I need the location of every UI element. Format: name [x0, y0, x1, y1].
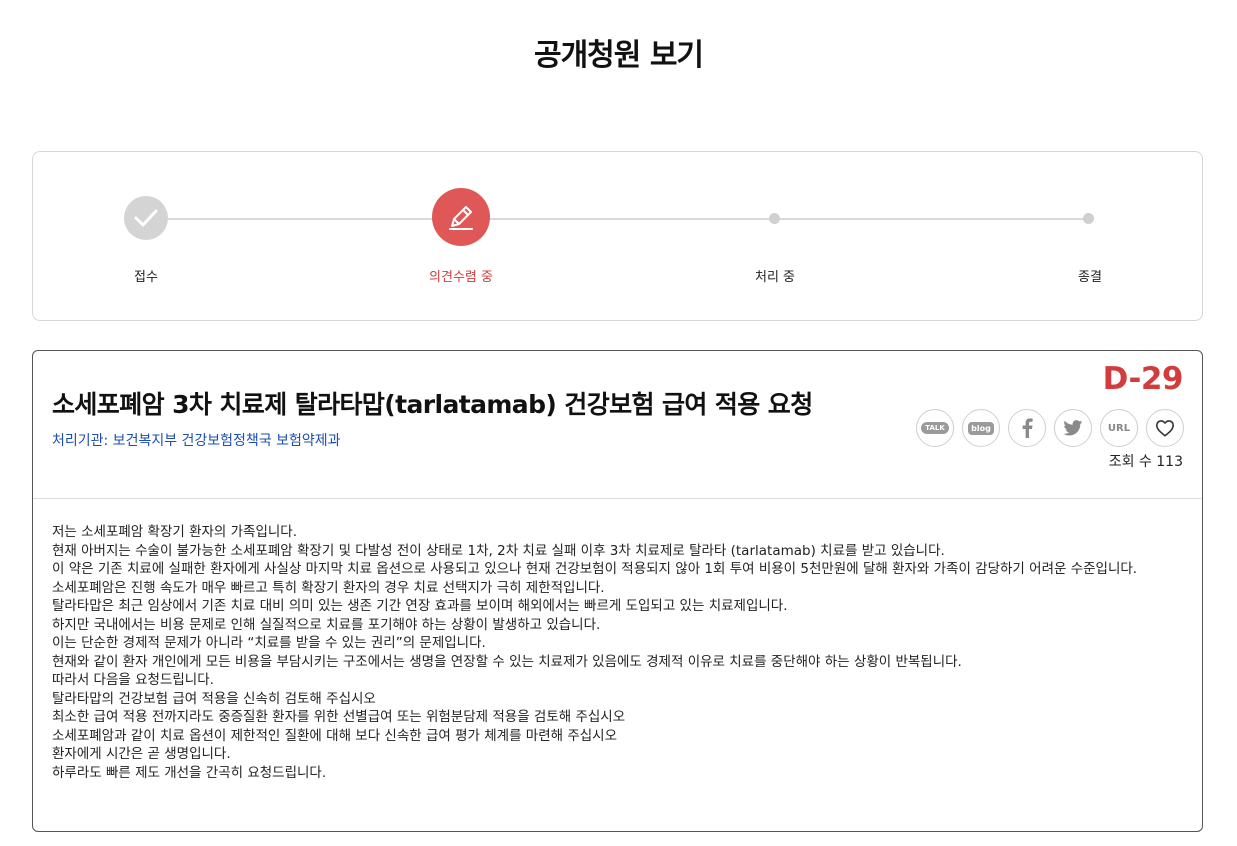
body-paragraph: 탈라타맙은 최근 임상에서 기존 치료 대비 의미 있는 생존 기간 연장 효과…	[52, 598, 788, 614]
body-paragraph: 현재와 같이 환자 개인에게 모든 비용을 부담시키는 구조에서는 생명을 연장…	[52, 653, 962, 670]
progress-track-done	[146, 218, 461, 220]
step-received-marker	[124, 196, 168, 240]
step-label-processing: 처리 중	[754, 270, 795, 285]
progress-tracker: 접수 의견수렴 중 처리 중 종결	[32, 151, 1203, 321]
url-copy-button[interactable]: URL	[1100, 409, 1138, 447]
body-paragraph: 따라서 다음을 요청드립니다.	[52, 672, 214, 688]
step-label-received: 접수	[134, 270, 158, 285]
body-paragraph: 소세포폐암과 같이 치료 옵션이 제한적인 질환에 대해 보다 신속한 급여 평…	[52, 727, 618, 744]
header-divider	[33, 498, 1202, 499]
page-title: 공개청원 보기	[533, 38, 704, 73]
kakaotalk-share-button[interactable]: TALK	[916, 409, 954, 447]
body-paragraph: 소세포폐암은 진행 속도가 매우 빠르고 특히 확장기 환자의 경우 치료 선택…	[52, 579, 605, 596]
facebook-share-button[interactable]	[1008, 409, 1046, 447]
body-paragraph: 하지만 국내에서는 비용 문제로 인해 실질적으로 치료를 포기해야 하는 상황…	[52, 616, 601, 633]
step-collecting-marker	[432, 188, 490, 246]
url-label: URL	[1107, 422, 1131, 434]
pencil-icon	[449, 206, 473, 230]
view-count: 조회 수 113	[1108, 454, 1183, 470]
body-paragraph: 저는 소세포폐암 확장기 환자의 가족입니다.	[52, 524, 298, 540]
body-paragraph: 하루라도 빠른 제도 개선을 간곡히 요청드립니다.	[52, 764, 327, 781]
processing-agency: 처리기관: 보건복지부 건강보험정책국 보험약제과	[52, 433, 341, 449]
step-closed-marker	[1083, 213, 1094, 224]
dday-badge: D-29	[1102, 361, 1184, 397]
facebook-icon	[1022, 418, 1033, 438]
step-label-closed: 종결	[1078, 270, 1102, 285]
blog-icon: blog	[968, 421, 994, 435]
body-paragraph: 이 약은 기존 치료에 실패한 환자에게 사실상 마지막 치료 옵션으로 사용되…	[52, 561, 1138, 577]
petition-card: D-29 소세포폐암 3차 치료제 탈라타맙(tarlatamab) 건강보험 …	[32, 350, 1203, 832]
body-paragraph: 이는 단순한 경제적 문제가 아니라 “치료를 받을 수 있는 권리”의 문제입…	[52, 635, 486, 651]
body-paragraph: 환자에게 시간은 곧 생명입니다.	[52, 746, 231, 762]
body-paragraph: 현재 아버지는 수술이 불가능한 소세포폐암 확장기 및 다발성 전이 상태로 …	[52, 542, 945, 559]
body-paragraph: 최소한 급여 적용 전까지라도 중증질환 환자를 위한 선별급여 또는 위험분담…	[52, 709, 626, 725]
step-processing-marker	[769, 213, 780, 224]
check-icon	[134, 209, 158, 227]
blog-share-button[interactable]: blog	[962, 409, 1000, 447]
heart-icon	[1156, 420, 1174, 437]
petition-body: 저는 소세포폐암 확장기 환자의 가족입니다. 현재 아버지는 수술이 불가능한…	[52, 523, 1185, 782]
twitter-icon	[1063, 420, 1083, 436]
kakaotalk-icon: TALK	[921, 422, 949, 434]
twitter-share-button[interactable]	[1054, 409, 1092, 447]
petition-title: 소세포폐암 3차 치료제 탈라타맙(tarlatamab) 건강보험 급여 적용…	[52, 390, 813, 419]
like-button[interactable]	[1146, 409, 1184, 447]
share-buttons: TALK blog URL	[916, 409, 1184, 447]
body-paragraph: 탈라타맙의 건강보험 급여 적용을 신속히 검토해 주십시오	[52, 690, 376, 707]
step-label-collecting: 의견수렴 중	[429, 270, 493, 285]
